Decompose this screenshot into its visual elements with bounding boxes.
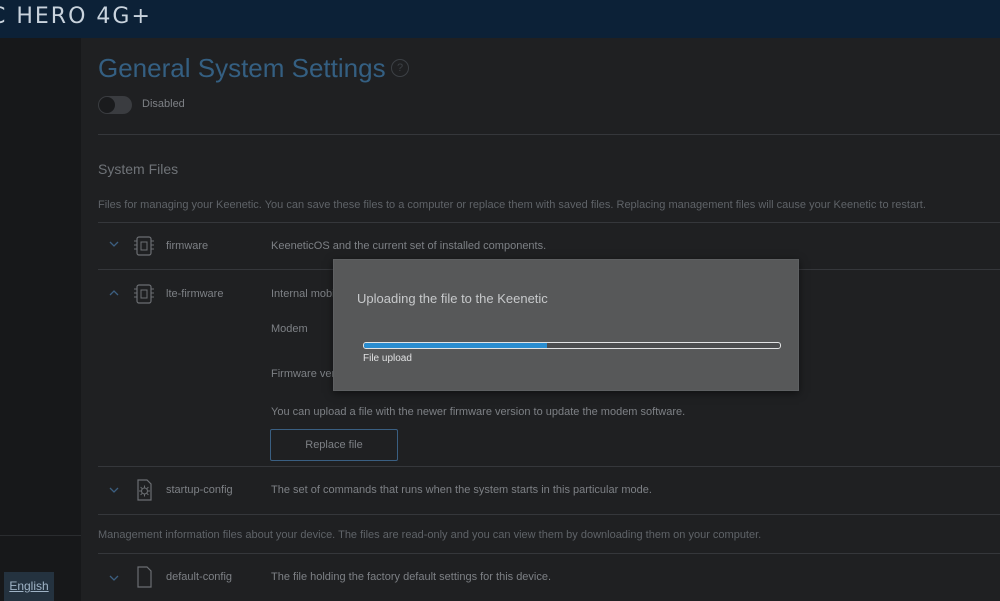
file-description: Internal mobil [271, 288, 338, 300]
management-files-description: Management information files about your … [98, 529, 762, 541]
toggle-knob [99, 97, 115, 113]
progress-label: File upload [363, 353, 412, 364]
top-bar: C HERO 4G+ [0, 0, 1000, 38]
language-button[interactable]: English [4, 572, 54, 601]
file-name[interactable]: startup-config [166, 484, 233, 496]
divider [98, 134, 1000, 135]
chevron-down-icon[interactable] [109, 240, 119, 251]
dialog-title: Uploading the file to the Keenetic [357, 291, 548, 306]
modem-label: Modem [271, 323, 308, 335]
chip-icon [133, 234, 155, 258]
section-title: System Files [98, 161, 179, 177]
file-name[interactable]: default-config [166, 571, 232, 583]
divider [98, 222, 1000, 223]
divider [98, 514, 1000, 515]
mode-toggle[interactable] [98, 96, 132, 114]
toggle-state-label: Disabled [142, 98, 185, 110]
brand-logo: C HERO 4G+ [0, 4, 152, 29]
upload-progress-bar [363, 342, 781, 349]
replace-file-button[interactable]: Replace file [270, 429, 398, 461]
file-description: The file holding the factory default set… [271, 571, 552, 583]
file-name[interactable]: lte-firmware [166, 288, 223, 300]
firmware-version-label: Firmware vers [271, 368, 341, 380]
upload-hint: You can upload a file with the newer fir… [271, 406, 686, 418]
divider [98, 466, 1000, 467]
divider [98, 553, 1000, 554]
sidebar [0, 38, 81, 601]
section-description: Files for managing your Keenetic. You ca… [98, 199, 926, 211]
upload-progress-fill [364, 343, 548, 348]
document-icon [133, 565, 155, 589]
file-name[interactable]: firmware [166, 240, 208, 252]
file-description: The set of commands that runs when the s… [271, 484, 652, 496]
chevron-down-icon[interactable] [109, 486, 119, 497]
chevron-down-icon[interactable] [109, 574, 119, 585]
sidebar-divider [0, 535, 81, 536]
page-title: General System Settings [98, 53, 386, 83]
help-icon[interactable]: ? [391, 59, 409, 77]
file-description: KeeneticOS and the current set of instal… [271, 240, 547, 252]
chevron-up-icon[interactable] [109, 288, 119, 299]
upload-dialog: Uploading the file to the Keenetic File … [333, 259, 799, 391]
gear-icon [133, 478, 155, 502]
chip-icon [133, 282, 155, 306]
